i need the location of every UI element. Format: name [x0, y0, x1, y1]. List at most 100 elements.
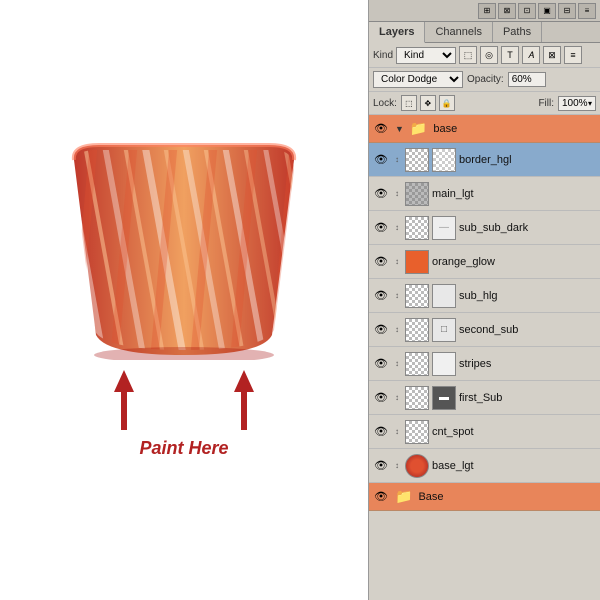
folder-icon-base: 📁: [410, 120, 427, 137]
blend-row: Color Dodge Opacity: 60%: [369, 68, 600, 92]
layer-name-border-hgl: border_hgl: [459, 154, 600, 166]
thumb-main-lgt: [405, 182, 429, 206]
filter-icon-5[interactable]: ⊠: [543, 46, 561, 64]
thumb2-second-sub: □: [432, 318, 456, 342]
layer-group-base[interactable]: 👁 ▼ 📁 base: [369, 115, 600, 143]
fill-value[interactable]: 100% ▾: [558, 96, 596, 111]
thumb2-border-hgl: [432, 148, 456, 172]
panel-tabs: Layers Channels Paths: [369, 22, 600, 43]
thumb-stripes: [405, 352, 429, 376]
toolbar-icon-5[interactable]: ⊟: [558, 3, 576, 19]
eye-icon-border-hgl[interactable]: 👁: [373, 152, 389, 168]
link-icon-stripes[interactable]: ↕: [392, 356, 402, 372]
layer-row-stripes[interactable]: 👁 ↕ stripes: [369, 347, 600, 381]
layer-row-main-lgt[interactable]: 👁 ↕ main_lgt: [369, 177, 600, 211]
thumb2-sub-sub-dark: —: [432, 216, 456, 240]
layer-name-first-sub: first_Sub: [459, 392, 600, 404]
kind-dropdown[interactable]: Kind: [396, 47, 456, 64]
filter-icon-2[interactable]: ◎: [480, 46, 498, 64]
panel-menu-icon[interactable]: ≡: [578, 3, 596, 19]
link-icon-cnt-spot[interactable]: ↕: [392, 424, 402, 440]
eye-icon-cnt-spot[interactable]: 👁: [373, 424, 389, 440]
layer-row-orange-glow[interactable]: 👁 ↕ orange_glow: [369, 245, 600, 279]
arrow-left: [114, 370, 134, 430]
tab-paths[interactable]: Paths: [493, 22, 542, 42]
eye-icon-sub-sub-dark[interactable]: 👁: [373, 220, 389, 236]
thumb-cnt-spot: [405, 420, 429, 444]
paint-here-label: Paint Here: [139, 438, 228, 459]
eye-icon-second-sub[interactable]: 👁: [373, 322, 389, 338]
layer-row-border-hgl[interactable]: 👁 ↕ border_hgl: [369, 143, 600, 177]
layer-row-base-lgt[interactable]: 👁 ↕ base_lgt: [369, 449, 600, 483]
layer-group-Base[interactable]: 👁 📁 Base: [369, 483, 600, 511]
eye-icon-stripes[interactable]: 👁: [373, 356, 389, 372]
layer-name-second-sub: second_sub: [459, 324, 600, 336]
lock-label: Lock:: [373, 98, 397, 109]
filter-icon-1[interactable]: ⬚: [459, 46, 477, 64]
kind-label: Kind: [373, 50, 393, 61]
eye-icon-Base[interactable]: 👁: [373, 489, 389, 505]
toolbar-icon-1[interactable]: ⊞: [478, 3, 496, 19]
thumb-orange-glow: [405, 250, 429, 274]
eye-icon-sub-hlg[interactable]: 👁: [373, 288, 389, 304]
eye-icon-base[interactable]: 👁: [373, 121, 389, 137]
thumb2-sub-hlg: [432, 284, 456, 308]
filter-icon-6[interactable]: ≡: [564, 46, 582, 64]
layer-name-Base: Base: [418, 491, 600, 503]
link-icon-orange-glow[interactable]: ↕: [392, 254, 402, 270]
group-triangle-base: ▼: [395, 124, 404, 134]
folder-icon-Base: 📁: [395, 488, 412, 505]
eye-icon-main-lgt[interactable]: 👁: [373, 186, 389, 202]
link-icon-sub-sub-dark[interactable]: ↕: [392, 220, 402, 236]
panel-toolbar: ⊞ ⊠ ⊡ ▣ ⊟ ≡: [369, 0, 600, 22]
thumb2-first-sub: ▬: [432, 386, 456, 410]
filter-icon-4[interactable]: 𝐴: [522, 46, 540, 64]
thumb-second-sub: [405, 318, 429, 342]
eye-icon-base-lgt[interactable]: 👁: [373, 458, 389, 474]
arrow-right: [234, 370, 254, 430]
lock-pixels-icon[interactable]: ⬚: [401, 95, 417, 111]
tab-channels[interactable]: Channels: [425, 22, 492, 42]
lock-row: Lock: ⬚ ✥ 🔒 Fill: 100% ▾: [369, 92, 600, 115]
layer-row-sub-sub-dark[interactable]: 👁 ↕ — sub_sub_dark: [369, 211, 600, 245]
thumb-border-hgl: [405, 148, 429, 172]
layers-list: 👁 ▼ 📁 base 👁 ↕ border_hgl 👁 ↕ main_lgt: [369, 115, 600, 600]
link-icon-base-lgt[interactable]: ↕: [392, 458, 402, 474]
tab-layers[interactable]: Layers: [369, 22, 425, 43]
link-icon-second-sub[interactable]: ↕: [392, 322, 402, 338]
link-icon-first-sub[interactable]: ↕: [392, 390, 402, 406]
layer-row-cnt-spot[interactable]: 👁 ↕ cnt_spot: [369, 415, 600, 449]
thumb-base-lgt: [405, 454, 429, 478]
layer-name-stripes: stripes: [459, 358, 600, 370]
layer-row-sub-hlg[interactable]: 👁 ↕ sub_hlg: [369, 279, 600, 313]
toolbar-icon-2[interactable]: ⊠: [498, 3, 516, 19]
eye-icon-orange-glow[interactable]: 👁: [373, 254, 389, 270]
layers-panel: ⊞ ⊠ ⊡ ▣ ⊟ ≡ Layers Channels Paths Kind K…: [368, 0, 600, 600]
layer-row-first-sub[interactable]: 👁 ↕ ▬ first_Sub: [369, 381, 600, 415]
layer-name-base: base: [433, 123, 600, 135]
link-icon-border-hgl[interactable]: ↕: [392, 152, 402, 168]
toolbar-icon-4[interactable]: ▣: [538, 3, 556, 19]
thumb-first-sub: [405, 386, 429, 410]
blend-mode-dropdown[interactable]: Color Dodge: [373, 71, 463, 88]
thumb2-stripes: [432, 352, 456, 376]
link-icon-main-lgt[interactable]: ↕: [392, 186, 402, 202]
filter-icon-3[interactable]: T: [501, 46, 519, 64]
layer-name-base-lgt: base_lgt: [432, 460, 600, 472]
layer-name-cnt-spot: cnt_spot: [432, 426, 600, 438]
layer-name-sub-hlg: sub_hlg: [459, 290, 600, 302]
opacity-value[interactable]: 60%: [508, 72, 546, 87]
fill-label: Fill:: [538, 98, 554, 109]
eye-icon-first-sub[interactable]: 👁: [373, 390, 389, 406]
lock-all-icon[interactable]: 🔒: [439, 95, 455, 111]
layer-name-sub-sub-dark: sub_sub_dark: [459, 222, 600, 234]
lock-position-icon[interactable]: ✥: [420, 95, 436, 111]
cupcake-illustration: [44, 140, 324, 360]
link-icon-sub-hlg[interactable]: ↕: [392, 288, 402, 304]
layer-row-second-sub[interactable]: 👁 ↕ □ second_sub: [369, 313, 600, 347]
toolbar-icon-3[interactable]: ⊡: [518, 3, 536, 19]
kind-row: Kind Kind ⬚ ◎ T 𝐴 ⊠ ≡: [369, 43, 600, 68]
layer-name-orange-glow: orange_glow: [432, 256, 600, 268]
thumb-sub-hlg: [405, 284, 429, 308]
thumb-sub-sub-dark: [405, 216, 429, 240]
